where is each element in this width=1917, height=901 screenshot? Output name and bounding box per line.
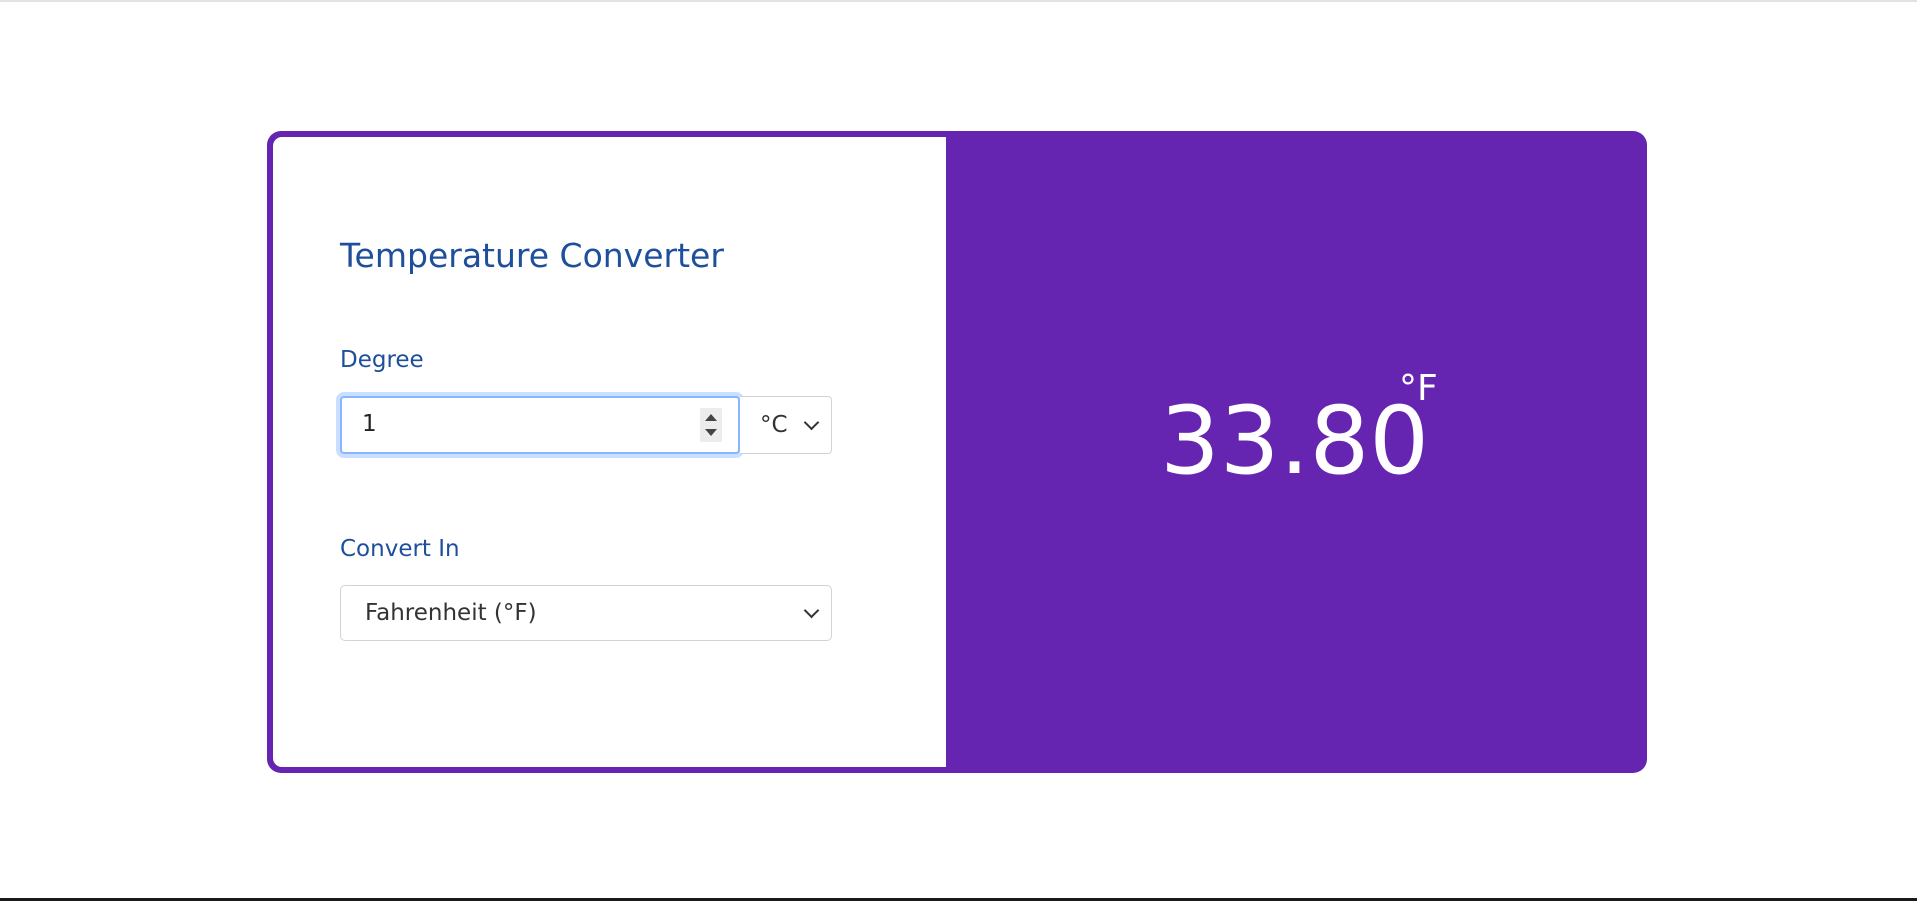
number-spinner-icon[interactable] [700, 408, 722, 442]
page-title: Temperature Converter [340, 236, 724, 275]
convert-label: Convert In [340, 536, 460, 562]
degree-input-value: 1 [362, 411, 377, 437]
input-panel: Temperature Converter Degree 1 °C Conver… [273, 137, 946, 767]
spin-down-arrow-icon[interactable] [705, 429, 717, 436]
converter-card: Temperature Converter Degree 1 °C Conver… [267, 131, 1647, 773]
degree-unit-select[interactable]: °C [740, 396, 832, 454]
spin-up-arrow-icon[interactable] [705, 414, 717, 421]
chevron-down-icon [803, 602, 820, 619]
chevron-down-icon [803, 414, 820, 431]
convert-unit-select[interactable]: Fahrenheit (°F) [340, 585, 832, 641]
degree-label: Degree [340, 347, 424, 373]
top-border [0, 0, 1917, 2]
result-unit: °F [1399, 368, 1438, 409]
degree-input[interactable]: 1 [340, 396, 740, 454]
degree-unit-value: °C [760, 412, 788, 438]
convert-unit-value: Fahrenheit (°F) [365, 600, 537, 626]
result-value: 33.80 [1160, 387, 1430, 496]
